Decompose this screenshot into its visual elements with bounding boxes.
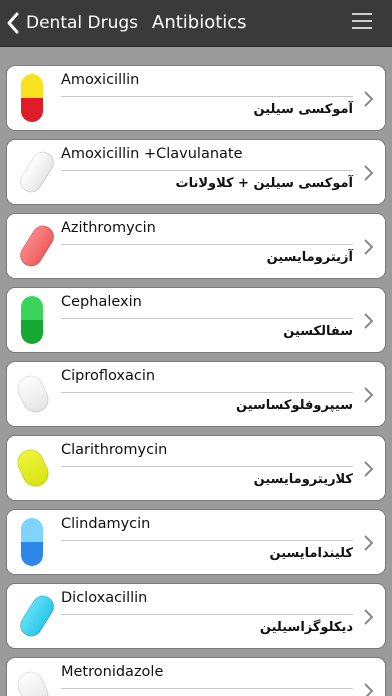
- back-button[interactable]: Dental Drugs: [6, 9, 138, 37]
- drug-row-ciprofloxacin[interactable]: Ciprofloxacin سیپروفلوکساسین: [7, 362, 385, 426]
- chevron-right-icon: [364, 461, 374, 477]
- drug-row-amoxicillin-clavulanate[interactable]: Amoxicillin +Clavulanate آموکسی سیلین + …: [7, 140, 385, 204]
- hamburger-menu-icon[interactable]: [352, 13, 372, 31]
- divider: [61, 466, 353, 467]
- drug-name-fa: آموکسی سیلین: [253, 102, 353, 117]
- tablet-icon: [16, 221, 58, 271]
- drug-name-en: Metronidazole: [61, 664, 164, 680]
- divider: [61, 614, 353, 615]
- drug-list: Amoxicillin آموکسی سیلین Amoxicillin +Cl…: [0, 46, 392, 696]
- drug-row-amoxicillin[interactable]: Amoxicillin آموکسی سیلین: [7, 66, 385, 130]
- chevron-right-icon: [364, 313, 374, 329]
- capsule-icon: [21, 296, 43, 344]
- tablet-icon: [13, 667, 53, 696]
- drug-name-en: Amoxicillin: [61, 72, 140, 88]
- divider: [61, 96, 353, 97]
- divider: [61, 244, 353, 245]
- drug-name-fa: سیپروفلوکساسین: [236, 398, 353, 413]
- drug-name-fa: کلیندامایسین: [269, 546, 354, 561]
- drug-name-en: Dicloxacillin: [61, 590, 148, 606]
- divider: [61, 688, 353, 689]
- page-title: Antibiotics: [152, 12, 247, 33]
- tablet-icon: [16, 591, 58, 641]
- drug-name-en: Azithromycin: [61, 220, 156, 236]
- divider: [61, 540, 353, 541]
- drug-name-fa: کلاریترومایسین: [253, 472, 353, 487]
- drug-name-fa: سفالکسین: [283, 324, 353, 339]
- chevron-right-icon: [364, 683, 374, 696]
- divider: [61, 170, 353, 171]
- drug-name-fa: آموکسی سیلین + کلاولانات: [175, 176, 354, 191]
- drug-row-dicloxacillin[interactable]: Dicloxacillin دیکلوگزاسیلین: [7, 584, 385, 648]
- drug-row-clindamycin[interactable]: Clindamycin کلیندامایسین: [7, 510, 385, 574]
- chevron-right-icon: [364, 609, 374, 625]
- tablet-icon: [13, 371, 53, 417]
- chevron-right-icon: [364, 239, 374, 255]
- navigation-bar: Dental Drugs Antibiotics: [0, 0, 392, 47]
- divider: [61, 392, 353, 393]
- tablet-icon: [16, 147, 58, 197]
- drug-name-fa: آزیترومایسین: [266, 250, 353, 265]
- drug-name-en: Ciprofloxacin: [61, 368, 156, 384]
- drug-name-en: Cephalexin: [61, 294, 142, 310]
- drug-name-en: Clindamycin: [61, 516, 151, 532]
- chevron-right-icon: [364, 91, 374, 107]
- drug-row-cephalexin[interactable]: Cephalexin سفالکسین: [7, 288, 385, 352]
- drug-name-en: Amoxicillin +Clavulanate: [61, 146, 243, 162]
- drug-row-metronidazole[interactable]: Metronidazole: [7, 658, 385, 696]
- tablet-icon: [13, 445, 53, 491]
- chevron-right-icon: [364, 165, 374, 181]
- back-label: Dental Drugs: [26, 13, 139, 33]
- drug-row-azithromycin[interactable]: Azithromycin آزیترومایسین: [7, 214, 385, 278]
- drug-name-en: Clarithromycin: [61, 442, 168, 458]
- chevron-right-icon: [364, 535, 374, 551]
- capsule-icon: [21, 518, 43, 566]
- divider: [61, 318, 353, 319]
- chevron-left-icon: [7, 12, 19, 34]
- capsule-icon: [21, 74, 43, 122]
- chevron-right-icon: [364, 387, 374, 403]
- drug-row-clarithromycin[interactable]: Clarithromycin کلاریترومایسین: [7, 436, 385, 500]
- drug-name-fa: دیکلوگزاسیلین: [259, 620, 353, 635]
